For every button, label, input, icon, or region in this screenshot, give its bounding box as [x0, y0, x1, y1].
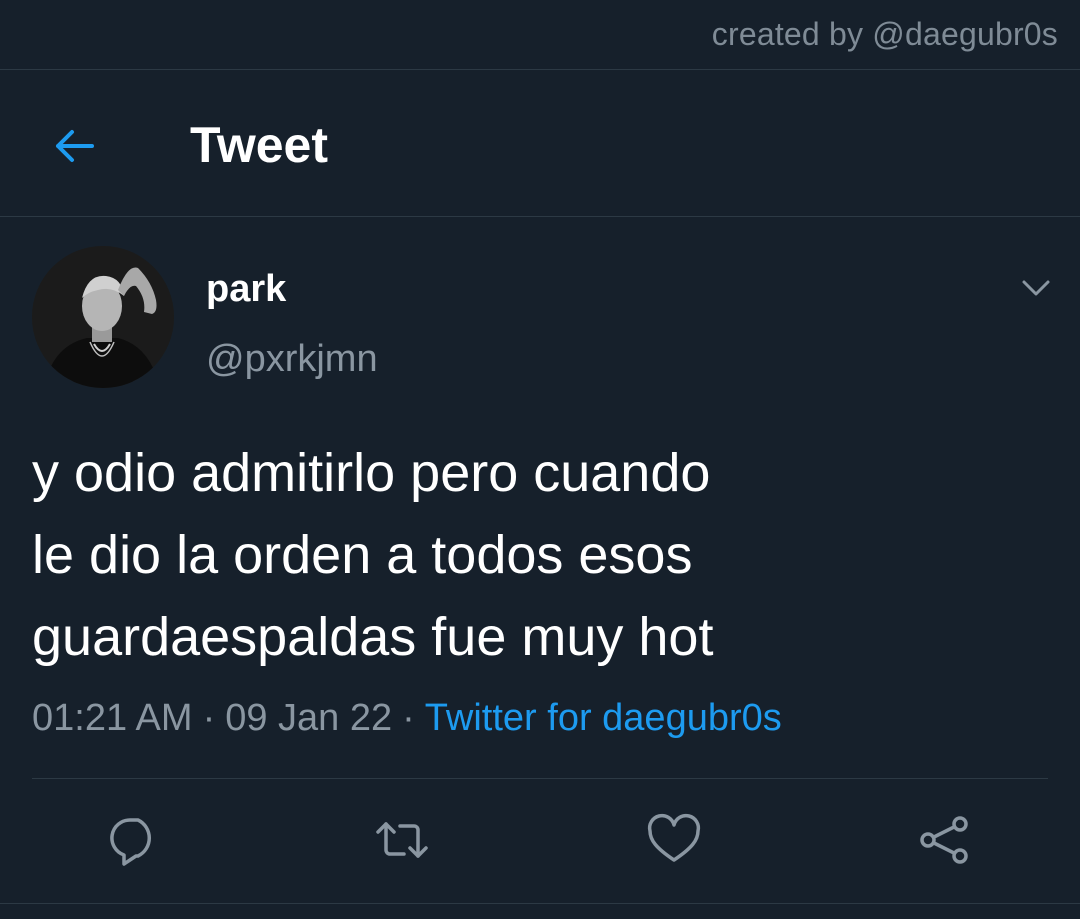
retweet-button[interactable]: [374, 812, 430, 868]
share-button[interactable]: [916, 812, 972, 868]
bottom-divider: [0, 903, 1080, 904]
header-divider: [0, 216, 1080, 217]
reply-icon: [110, 818, 151, 866]
tweet-text: y odio admitirlo pero cuando le dio la o…: [32, 432, 1032, 678]
tweet-meta: 01:21 AM · 09 Jan 22 · Twitter for daegubr0s: [32, 697, 782, 740]
watermark: created by @daegubr0s: [711, 16, 1058, 52]
reply-button[interactable]: [106, 812, 162, 868]
share-icon: [920, 816, 968, 864]
meta-separator: ·: [402, 697, 415, 739]
top-divider: [0, 69, 1080, 70]
meta-separator: ·: [202, 697, 216, 739]
chevron-down-icon: [1022, 280, 1050, 296]
heart-icon: [647, 813, 701, 862]
arrow-left-icon: [56, 130, 94, 162]
actions-divider: [32, 778, 1048, 779]
author-display-name[interactable]: park: [206, 268, 286, 311]
tweet-time: 01:21 AM: [32, 697, 193, 739]
tweet-line: le dio la orden a todos esos: [32, 525, 693, 585]
tweet-date: 09 Jan 22: [225, 697, 393, 739]
page-title: Tweet: [190, 117, 328, 173]
avatar[interactable]: [32, 246, 174, 388]
back-button[interactable]: [50, 122, 98, 170]
retweet-icon: [376, 822, 428, 858]
author-handle[interactable]: @pxrkjmn: [206, 338, 378, 381]
tweet-source-link[interactable]: Twitter for daegubr0s: [425, 697, 782, 739]
tweet-line: y odio admitirlo pero cuando: [32, 443, 711, 503]
more-options-button[interactable]: [1016, 268, 1056, 308]
tweet-line: guardaespaldas fue muy hot: [32, 607, 714, 667]
like-button[interactable]: [646, 812, 702, 868]
